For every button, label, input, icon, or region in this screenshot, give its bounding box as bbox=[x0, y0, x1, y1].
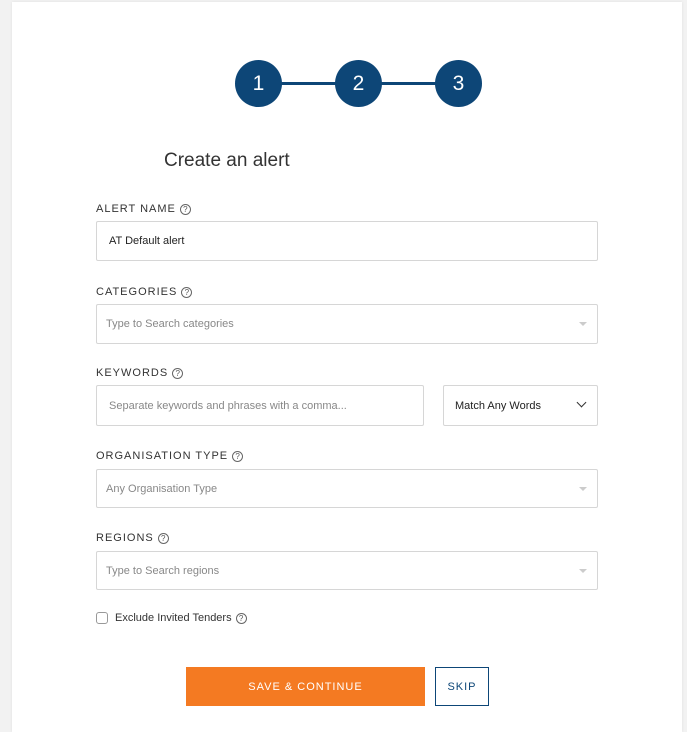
regions-select[interactable]: Type to Search regions bbox=[96, 551, 598, 590]
help-icon[interactable]: ? bbox=[172, 367, 184, 379]
keywords-label: KEYWORDS? bbox=[96, 367, 184, 379]
save-continue-button[interactable]: SAVE & CONTINUE bbox=[186, 667, 425, 706]
exclude-invited-checkbox[interactable] bbox=[96, 612, 108, 624]
alert-name-value: AT Default alert bbox=[109, 235, 185, 247]
keywords-label-text: KEYWORDS bbox=[96, 367, 169, 379]
categories-placeholder: Type to Search categories bbox=[106, 318, 234, 330]
keywords-input[interactable]: Separate keywords and phrases with a com… bbox=[96, 385, 424, 426]
help-icon[interactable]: ? bbox=[232, 450, 244, 462]
page-title: Create an alert bbox=[164, 150, 290, 171]
regions-label: REGIONS? bbox=[96, 532, 169, 544]
organisation-type-label: ORGANISATION TYPE? bbox=[96, 450, 244, 462]
help-icon[interactable]: ? bbox=[235, 612, 247, 624]
organisation-type-placeholder: Any Organisation Type bbox=[106, 482, 218, 495]
exclude-invited-text: Exclude Invited Tenders bbox=[115, 612, 232, 624]
categories-label-text: CATEGORIES bbox=[96, 286, 178, 298]
categories-label: CATEGORIES? bbox=[96, 286, 193, 298]
regions-label-text: REGIONS bbox=[96, 532, 154, 544]
step-1[interactable]: 1 bbox=[235, 60, 282, 107]
chevron-down-icon bbox=[576, 397, 587, 408]
match-mode-value: Match Any Words bbox=[455, 399, 541, 412]
help-icon[interactable]: ? bbox=[181, 286, 193, 298]
alert-name-label: ALERT NAME? bbox=[96, 203, 191, 215]
caret-down-icon bbox=[579, 322, 587, 326]
keywords-placeholder: Separate keywords and phrases with a com… bbox=[109, 399, 347, 412]
step-2[interactable]: 2 bbox=[335, 60, 382, 107]
caret-down-icon bbox=[579, 568, 587, 573]
caret-down-icon bbox=[579, 486, 587, 491]
alert-name-input[interactable]: AT Default alert bbox=[96, 221, 598, 261]
match-mode-select[interactable]: Match Any Words bbox=[443, 385, 598, 426]
help-icon[interactable]: ? bbox=[179, 203, 191, 215]
regions-placeholder: Type to Search regions bbox=[106, 564, 220, 577]
organisation-type-select[interactable]: Any Organisation Type bbox=[96, 469, 598, 508]
help-icon[interactable]: ? bbox=[157, 532, 169, 544]
skip-button[interactable]: SKIP bbox=[435, 667, 489, 706]
alert-name-label-text: ALERT NAME bbox=[96, 203, 176, 215]
organisation-type-label-text: ORGANISATION TYPE bbox=[96, 450, 229, 462]
step-3[interactable]: 3 bbox=[435, 60, 482, 107]
exclude-invited-label: Exclude Invited Tenders? bbox=[115, 612, 247, 624]
categories-select[interactable]: Type to Search categories bbox=[96, 304, 598, 344]
